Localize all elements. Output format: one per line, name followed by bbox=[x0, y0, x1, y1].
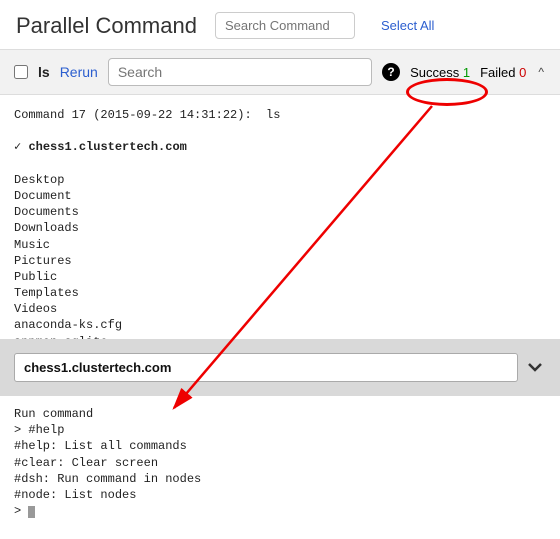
host-name: chess1.clustertech.com bbox=[28, 140, 186, 154]
terminal-cursor bbox=[28, 506, 35, 518]
check-icon: ✓ bbox=[14, 140, 21, 154]
select-checkbox[interactable] bbox=[14, 65, 28, 79]
search-output-input[interactable] bbox=[108, 58, 372, 86]
output-header: Command 17 (2015-09-22 14:31:22): ls bbox=[14, 108, 280, 122]
success-status: Success 1 bbox=[410, 65, 470, 80]
failed-count: 0 bbox=[519, 65, 526, 80]
page-title: Parallel Command bbox=[16, 13, 197, 39]
success-count: 1 bbox=[463, 65, 470, 80]
node-selector-bar bbox=[0, 339, 560, 396]
failed-status: Failed 0 bbox=[480, 65, 526, 80]
host-line: ✓ chess1.clustertech.com bbox=[14, 140, 187, 154]
search-command-input[interactable] bbox=[215, 12, 355, 39]
rerun-link[interactable]: Rerun bbox=[60, 64, 98, 80]
command-name-label: ls bbox=[38, 64, 50, 80]
terminal[interactable]: Run command > #help #help: List all comm… bbox=[0, 396, 560, 529]
header: Parallel Command Select All bbox=[0, 0, 560, 49]
collapse-toggle[interactable]: ^ bbox=[536, 65, 546, 79]
output-body: Desktop Document Documents Downloads Mus… bbox=[14, 173, 122, 339]
select-all-link[interactable]: Select All bbox=[381, 18, 434, 33]
command-toolbar: ls Rerun ? Success 1 Failed 0 ^ bbox=[0, 49, 560, 95]
success-label: Success bbox=[410, 65, 459, 80]
terminal-text: Run command > #help #help: List all comm… bbox=[14, 407, 201, 518]
failed-label: Failed bbox=[480, 65, 515, 80]
node-input[interactable] bbox=[14, 353, 518, 382]
chevron-down-icon[interactable] bbox=[524, 357, 546, 378]
help-icon[interactable]: ? bbox=[382, 63, 400, 81]
command-output: Command 17 (2015-09-22 14:31:22): ls ✓ c… bbox=[0, 95, 560, 339]
